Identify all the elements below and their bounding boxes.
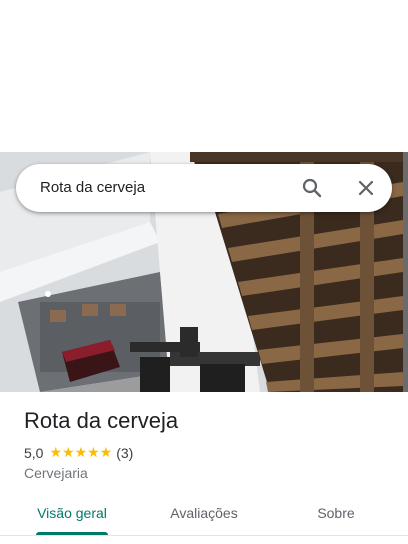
search-icon[interactable] xyxy=(300,176,324,200)
search-bar[interactable]: Rota da cerveja xyxy=(16,164,392,212)
rating-row[interactable]: 5,0 ★★★★★ (3) xyxy=(24,444,133,461)
tab-overview[interactable]: Visão geral xyxy=(24,492,120,536)
tab-about[interactable]: Sobre xyxy=(296,492,376,536)
rating-stars-icon: ★★★★★ xyxy=(49,444,113,460)
place-title: Rota da cerveja xyxy=(24,408,179,433)
tabs-divider xyxy=(0,535,408,536)
search-input[interactable]: Rota da cerveja xyxy=(40,179,145,196)
photo-scrollbar[interactable] xyxy=(403,152,408,392)
review-count[interactable]: (3) xyxy=(116,445,133,461)
place-tabs: Visão geral Avaliações Sobre xyxy=(0,492,408,540)
place-category[interactable]: Cervejaria xyxy=(24,465,88,481)
close-icon[interactable] xyxy=(354,176,378,200)
rating-value: 5,0 xyxy=(24,444,44,461)
tab-reviews[interactable]: Avaliações xyxy=(152,492,256,536)
